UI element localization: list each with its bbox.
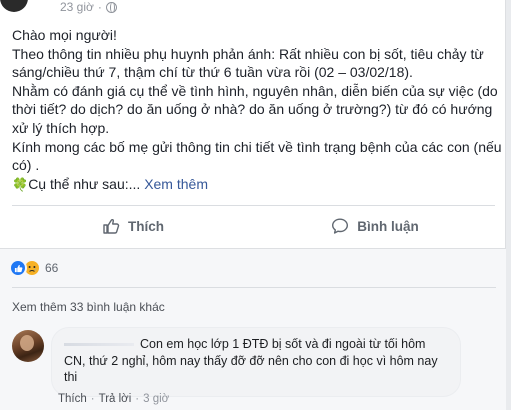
like-reaction-icon (9, 259, 27, 277)
comment-bubble-icon (332, 218, 349, 234)
like-button[interactable]: Thích (12, 206, 254, 246)
comment-reply-link[interactable]: Trả lời (99, 393, 132, 405)
post-paragraph: Theo thông tin nhiều phụ huynh phản ánh:… (12, 45, 484, 81)
post-paragraph: Nhằm có đánh giá cụ thể về tình hình, ng… (12, 82, 498, 136)
thumbs-up-icon (103, 218, 120, 234)
comments-section: 66 Xem thêm 33 bình luận khác Con em học… (0, 249, 506, 410)
comment-actions: Thích · Trả lời · 3 giờ (58, 393, 169, 405)
post-meta: 23 giờ · (60, 0, 117, 14)
post-paragraph: Kính mong các bố mẹ gửi thông tin chi ti… (12, 138, 502, 174)
commenter-avatar[interactable] (12, 330, 44, 362)
four-leaf-clover-icon: 🍀 (12, 176, 29, 192)
post-time[interactable]: 23 giờ (60, 0, 94, 14)
post-actions-bar: Thích Bình luận (12, 206, 496, 246)
post-body: Chào mọi người! Theo thông tin nhiều phụ… (12, 26, 502, 194)
public-globe-icon (105, 1, 117, 13)
post-last-line-text: Cụ thể như sau:... (28, 175, 141, 192)
separator-dot: · (97, 0, 102, 14)
comment-bubble: Con em học lớp 1 ĐTĐ bị sốt và đi ngoài … (51, 327, 461, 397)
like-label: Thích (128, 218, 164, 234)
separator-dot: · (135, 393, 140, 405)
comment-time[interactable]: 3 giờ (143, 393, 169, 405)
comment-like-link[interactable]: Thích (58, 393, 87, 405)
comment-label: Bình luận (357, 218, 419, 234)
divider (12, 287, 496, 288)
see-more-link[interactable]: Xem thêm (144, 176, 208, 192)
post-card: 23 giờ · Chào mọi người! Theo thông tin … (0, 0, 506, 410)
commenter-name[interactable] (64, 343, 134, 347)
reactions-summary[interactable]: 66 (9, 259, 58, 277)
comment-button[interactable]: Bình luận (254, 206, 496, 246)
author-avatar[interactable] (0, 0, 28, 12)
separator-dot: · (90, 393, 95, 405)
reaction-count: 66 (45, 261, 59, 275)
post-paragraph: Chào mọi người! (12, 27, 117, 43)
view-more-comments-link[interactable]: Xem thêm 33 bình luận khác (12, 300, 165, 314)
post-last-line: 🍀Cụ thể như sau:... Xem thêm (12, 175, 502, 195)
